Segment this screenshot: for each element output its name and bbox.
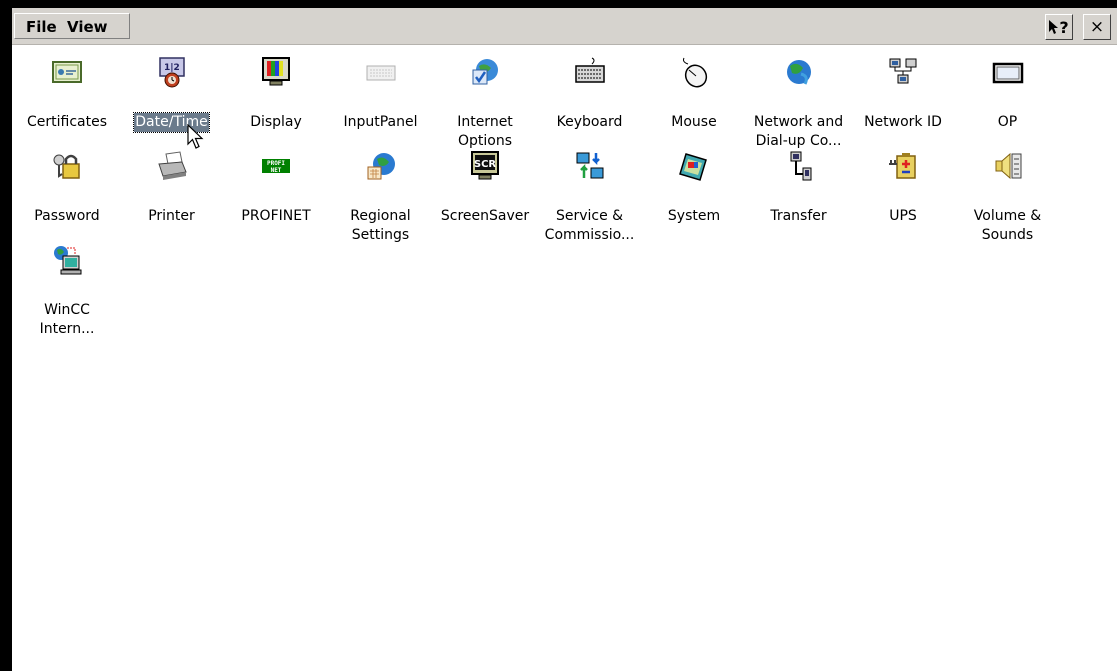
applet-label: Password (34, 208, 100, 224)
applet-keyboard[interactable]: Keyboard (538, 44, 642, 132)
keyboard-icon (574, 57, 605, 83)
svg-text:PROFI: PROFI (267, 160, 285, 167)
applet-wincc-intern[interactable]: WinCC Intern... (15, 232, 119, 339)
close-button[interactable]: × (1083, 14, 1111, 40)
speaker-icon (995, 152, 1021, 180)
applet-label: Keyboard (556, 114, 623, 130)
applet-transfer[interactable]: Transfer (747, 138, 851, 226)
profinet-icon: PROFINET (262, 159, 290, 174)
applet-label: Network ID (864, 114, 942, 130)
applet-label: Regional Settings (350, 208, 411, 243)
applet-internet-options[interactable]: Internet Options (433, 44, 537, 151)
applet-label: Service & Commissio... (544, 208, 635, 243)
applet-profinet[interactable]: PROFI NET PROFINET (224, 138, 328, 226)
arrow-pointer-icon (1049, 20, 1059, 34)
network-computers-icon (889, 58, 917, 84)
applet-label: UPS (889, 208, 917, 224)
applet-label: WinCC Intern... (39, 302, 95, 337)
applet-certificates[interactable]: Certificates (15, 44, 119, 132)
control-panel-window: File View ? × Certificates 1|2 Date/Time Di… (12, 8, 1117, 671)
service-arrows-icon (576, 152, 603, 179)
applet-screensaver[interactable]: SCR ScreenSaver (433, 138, 537, 226)
applet-label: Display (250, 114, 302, 130)
globe-check-icon (472, 59, 498, 85)
applet-op[interactable]: OP (956, 44, 1060, 132)
applet-grid: Certificates 1|2 Date/Time Display InputPane… (12, 44, 1117, 671)
monitor-icon (262, 57, 290, 86)
menu-bar: File View ? × (12, 8, 1117, 45)
applet-label: OP (997, 114, 1018, 130)
help-button[interactable]: ? (1045, 14, 1073, 40)
system-pda-icon (679, 153, 707, 181)
menu-file[interactable]: File (26, 18, 57, 36)
globe-calendar-icon (367, 153, 395, 180)
applet-network-and-dial-up-co[interactable]: Network and Dial-up Co... (747, 44, 851, 151)
keys-lock-icon (53, 154, 80, 179)
transfer-icon (790, 151, 811, 181)
applet-service-commissio[interactable]: Service & Commissio... (538, 138, 642, 245)
applet-system[interactable]: System (642, 138, 746, 226)
applet-label: Printer (148, 208, 195, 224)
svg-text:NET: NET (271, 167, 282, 174)
applet-label: ScreenSaver (440, 208, 530, 224)
keyboard-panel-icon (366, 65, 395, 81)
applet-label: Transfer (770, 208, 827, 224)
applet-label: PROFINET (241, 208, 311, 224)
applet-label: InputPanel (343, 114, 418, 130)
menu-view[interactable]: View (67, 18, 108, 36)
applet-network-id[interactable]: Network ID (851, 44, 955, 132)
applet-display[interactable]: Display (224, 44, 328, 132)
applet-label: Mouse (671, 114, 717, 130)
applet-label: Certificates (26, 114, 107, 130)
mouse-cursor-icon (187, 124, 204, 149)
close-icon: × (1089, 17, 1105, 37)
applet-label: Volume & Sounds (973, 208, 1042, 243)
screensaver-icon: SCR (471, 151, 499, 180)
mouse-icon (683, 57, 708, 88)
wincc-globe-icon (54, 246, 82, 275)
certificate-icon (52, 61, 82, 83)
applet-regional-settings[interactable]: Regional Settings (329, 138, 433, 245)
ups-battery-icon (889, 153, 916, 179)
applet-label: System (667, 208, 721, 224)
svg-text:1|2: 1|2 (164, 63, 180, 73)
applet-ups[interactable]: UPS (851, 138, 955, 226)
help-question-icon: ? (1059, 17, 1069, 37)
printer-icon (157, 151, 187, 180)
network-globe-icon (786, 60, 811, 85)
applet-mouse[interactable]: Mouse (642, 44, 746, 132)
panel-icon (992, 62, 1023, 84)
applet-password[interactable]: Password (15, 138, 119, 226)
applet-printer[interactable]: Printer (120, 138, 224, 226)
applet-inputpanel[interactable]: InputPanel (329, 44, 433, 132)
applet-volume-sounds[interactable]: Volume & Sounds (956, 138, 1060, 245)
svg-text:SCR: SCR (474, 159, 497, 170)
applet-date-time[interactable]: 1|2 Date/Time (120, 44, 224, 133)
calendar-clock-icon: 1|2 (158, 57, 185, 88)
